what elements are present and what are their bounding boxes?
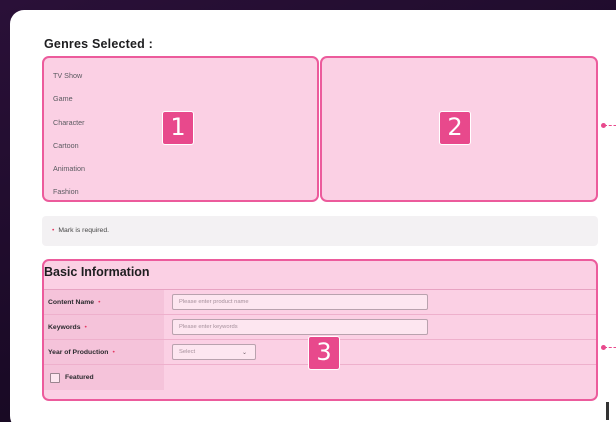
content-name-label-text: Content Name — [48, 298, 95, 306]
callout-line-bottom — [601, 345, 616, 350]
chevron-down-icon: ⌄ — [241, 349, 247, 356]
year-of-production-label-text: Year of Production — [48, 348, 109, 356]
featured-label: Featured — [65, 374, 94, 381]
content-name-row: Content Name • — [44, 290, 596, 315]
required-star-icon: • — [52, 227, 55, 234]
annotation-badge-3: 3 — [308, 336, 340, 370]
basic-information-panel: Basic Information Content Name • Keyword… — [42, 259, 598, 401]
year-select-value: Select — [179, 349, 196, 355]
year-of-production-label: Year of Production • — [44, 340, 164, 364]
genre-item-game[interactable]: Game — [53, 87, 317, 110]
keywords-input[interactable] — [172, 319, 428, 335]
required-star-icon: • — [84, 323, 87, 331]
scrollbar-thumb[interactable] — [606, 402, 609, 420]
content-name-cell — [164, 290, 596, 314]
keywords-label: Keywords • — [44, 315, 164, 339]
content-name-input[interactable] — [172, 294, 428, 310]
basic-information-title: Basic Information — [44, 265, 150, 279]
selected-genres-panel: 2 — [320, 56, 598, 202]
content-name-label: Content Name • — [44, 290, 164, 314]
required-star-icon: • — [98, 298, 101, 306]
year-of-production-select[interactable]: Select ⌄ — [172, 344, 256, 360]
required-star-icon: • — [112, 348, 115, 356]
genres-selected-title: Genres Selected : — [44, 37, 154, 51]
annotation-badge-1: 1 — [162, 111, 194, 145]
featured-checkbox[interactable] — [50, 372, 60, 383]
keywords-label-text: Keywords — [48, 323, 81, 331]
genre-item-tv-show[interactable]: TV Show — [53, 64, 317, 87]
keywords-cell — [164, 315, 596, 339]
genre-list-panel: TV Show Game Character Cartoon Animation… — [42, 56, 319, 202]
required-notice: • Mark is required. — [42, 216, 598, 246]
annotation-badge-2: 2 — [439, 111, 471, 145]
year-of-production-cell: Select ⌄ — [164, 340, 596, 364]
callout-line-top — [601, 123, 616, 128]
genre-item-fashion[interactable]: Fashion — [53, 180, 317, 203]
required-notice-text: Mark is required. — [58, 227, 110, 234]
main-card: Genres Selected : TV Show Game Character… — [10, 10, 616, 422]
genre-item-animation[interactable]: Animation — [53, 157, 317, 180]
